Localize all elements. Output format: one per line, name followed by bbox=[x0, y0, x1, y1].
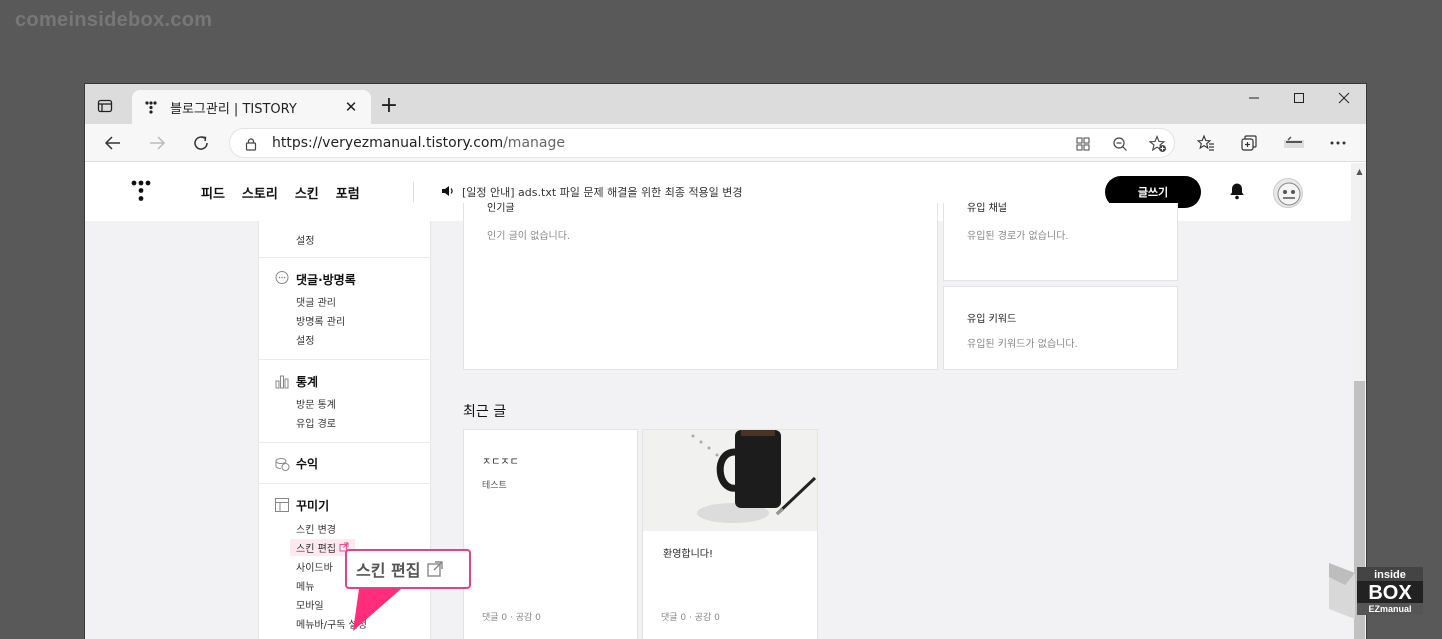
popular-title: 인기글 bbox=[487, 203, 515, 214]
bar-chart-icon bbox=[274, 373, 290, 389]
post-card[interactable]: ㅈㄷㅈㄷ 테스트 댓글 0 · 공감 0 bbox=[463, 429, 638, 639]
add-favorite-icon[interactable] bbox=[1148, 134, 1168, 154]
post-meta: 댓글 0 · 공감 0 bbox=[482, 613, 541, 623]
insidebox-logo: inside BOX EZmanual bbox=[1327, 555, 1425, 619]
post-title: ㅈㄷㅈㄷ bbox=[482, 457, 519, 468]
sidebar-section-revenue: 수익 bbox=[259, 443, 430, 484]
coin-icon bbox=[274, 456, 290, 472]
callout-pointer bbox=[353, 589, 401, 631]
refresh-icon[interactable] bbox=[188, 130, 214, 156]
popular-empty: 인기 글이 없습니다. bbox=[487, 231, 571, 242]
sidebar-title-comments[interactable]: 댓글·방명록 bbox=[296, 271, 356, 288]
keyword-empty: 유입된 키워드가 없습니다. bbox=[967, 339, 1078, 350]
sidebar-item-referrer[interactable]: 유입 경로 bbox=[296, 415, 336, 430]
url-host: https://veryezmanual.tistory.com bbox=[272, 135, 504, 151]
comment-bubble-icon bbox=[274, 270, 290, 286]
address-bar[interactable]: https://veryezmanual.tistory.com/manage bbox=[229, 128, 1175, 158]
speaker-icon bbox=[441, 185, 454, 200]
tab-bar: 블로그관리 | TISTORY ✕ + bbox=[85, 84, 1366, 124]
sidebar-item-visit-stats[interactable]: 방문 통계 bbox=[296, 396, 336, 411]
badge-line3: EZmanual bbox=[1368, 604, 1411, 614]
url-text[interactable]: https://veryezmanual.tistory.com/manage bbox=[272, 135, 565, 151]
popular-posts-card: 인기글 인기 글이 없습니다. bbox=[463, 203, 938, 370]
nav-forum[interactable]: 포럼 bbox=[336, 183, 360, 202]
channel-title: 유입 채널 bbox=[967, 203, 1007, 214]
browser-tab[interactable]: 블로그관리 | TISTORY ✕ bbox=[132, 90, 371, 124]
scroll-up-icon[interactable]: ▲ bbox=[1351, 167, 1366, 176]
page-viewport: 피드 스토리 스킨 포럼 [일정 안내] ads.txt 파일 문제 해결을 위… bbox=[85, 163, 1366, 639]
sidebar-title-decorate[interactable]: 꾸미기 bbox=[296, 497, 329, 514]
new-tab-button[interactable]: + bbox=[377, 94, 401, 118]
notice-banner[interactable]: [일정 안내] ads.txt 파일 문제 해결을 위한 최종 적용일 변경 bbox=[441, 184, 743, 200]
avatar[interactable] bbox=[1273, 178, 1303, 208]
header-divider bbox=[413, 182, 414, 202]
nav-skin[interactable]: 스킨 bbox=[295, 183, 319, 202]
badge-line2: BOX bbox=[1368, 582, 1412, 604]
sidebar-section-comments: 댓글·방명록 댓글 관리 방명록 관리 설정 bbox=[259, 258, 430, 360]
post-title: 환영합니다! bbox=[663, 549, 714, 560]
maximize-icon[interactable] bbox=[1276, 84, 1322, 112]
back-arrow-icon[interactable] bbox=[100, 130, 126, 156]
sidebar-item-mobile[interactable]: 모바일 bbox=[296, 597, 324, 612]
window-close-icon[interactable] bbox=[1321, 84, 1366, 112]
forward-arrow-icon[interactable] bbox=[144, 130, 170, 156]
minimize-icon[interactable] bbox=[1231, 84, 1277, 112]
keyword-title: 유입 키워드 bbox=[967, 314, 1017, 325]
favorites-icon[interactable] bbox=[1193, 130, 1219, 156]
channel-empty: 유입된 경로가 없습니다. bbox=[967, 231, 1069, 242]
sidebar-item-comment-manage[interactable]: 댓글 관리 bbox=[296, 294, 336, 309]
profile-icon[interactable] bbox=[1281, 130, 1307, 156]
navigation-bar: https://veryezmanual.tistory.com/manage bbox=[85, 124, 1366, 162]
post-thumbnail bbox=[643, 430, 817, 531]
tistory-logo-icon[interactable] bbox=[131, 180, 151, 202]
skin-edit-callout: 스킨 편집 bbox=[345, 549, 471, 589]
tab-close-icon[interactable]: ✕ bbox=[341, 98, 361, 116]
post-card[interactable]: 환영합니다! 댓글 0 · 공감 0 bbox=[642, 429, 818, 639]
browser-window: 블로그관리 | TISTORY ✕ + https://veryezmanual… bbox=[84, 83, 1367, 639]
referrer-channel-card: 유입 채널 유입된 경로가 없습니다. bbox=[943, 203, 1178, 281]
lock-icon[interactable] bbox=[244, 136, 258, 155]
more-menu-icon[interactable] bbox=[1325, 130, 1351, 156]
app-grid-icon[interactable] bbox=[1073, 134, 1093, 154]
sidebar-title-revenue[interactable]: 수익 bbox=[296, 455, 318, 472]
nav-feed[interactable]: 피드 bbox=[201, 183, 225, 202]
post-body: 테스트 bbox=[482, 481, 507, 491]
skin-edit-label: 스킨 편집 bbox=[296, 544, 336, 555]
sidebar-item-menu[interactable]: 메뉴 bbox=[296, 578, 314, 593]
sidebar-item-settings-top[interactable]: 설정 bbox=[296, 232, 314, 247]
tab-title: 블로그관리 | TISTORY bbox=[170, 101, 297, 117]
post-meta: 댓글 0 · 공감 0 bbox=[661, 613, 720, 623]
sidebar-item-guestbook-manage[interactable]: 방명록 관리 bbox=[296, 313, 345, 328]
url-path: /manage bbox=[503, 135, 565, 151]
zoom-out-icon[interactable] bbox=[1110, 134, 1130, 154]
bell-icon[interactable] bbox=[1229, 182, 1245, 200]
notice-text: [일정 안내] ads.txt 파일 문제 해결을 위한 최종 적용일 변경 bbox=[462, 186, 743, 199]
recent-posts-title: 최근 글 bbox=[463, 404, 507, 420]
nav-story[interactable]: 스토리 bbox=[242, 183, 278, 202]
callout-text: 스킨 편집 bbox=[356, 561, 421, 580]
sidebar-item-skin-change[interactable]: 스킨 변경 bbox=[296, 521, 336, 536]
collections-icon[interactable] bbox=[1236, 130, 1262, 156]
sidebar-section-stats: 통계 방문 통계 유입 경로 bbox=[259, 360, 430, 443]
tistory-favicon-icon bbox=[142, 98, 160, 116]
sidebar-item-sidebar[interactable]: 사이드바 bbox=[296, 559, 333, 574]
badge-line1: inside bbox=[1374, 569, 1406, 581]
sidebar-title-stats[interactable]: 통계 bbox=[296, 373, 318, 390]
sidebar-item-comment-settings[interactable]: 설정 bbox=[296, 332, 314, 347]
sidebar-section-top: 설정 bbox=[259, 221, 430, 258]
layout-icon bbox=[274, 497, 290, 513]
referrer-keyword-card: 유입 키워드 유입된 키워드가 없습니다. bbox=[943, 286, 1178, 370]
watermark: comeinsidebox.com bbox=[15, 9, 213, 31]
external-link-icon bbox=[427, 561, 444, 577]
top-nav: 피드 스토리 스킨 포럼 bbox=[201, 183, 360, 202]
tab-actions-icon[interactable] bbox=[93, 94, 117, 118]
